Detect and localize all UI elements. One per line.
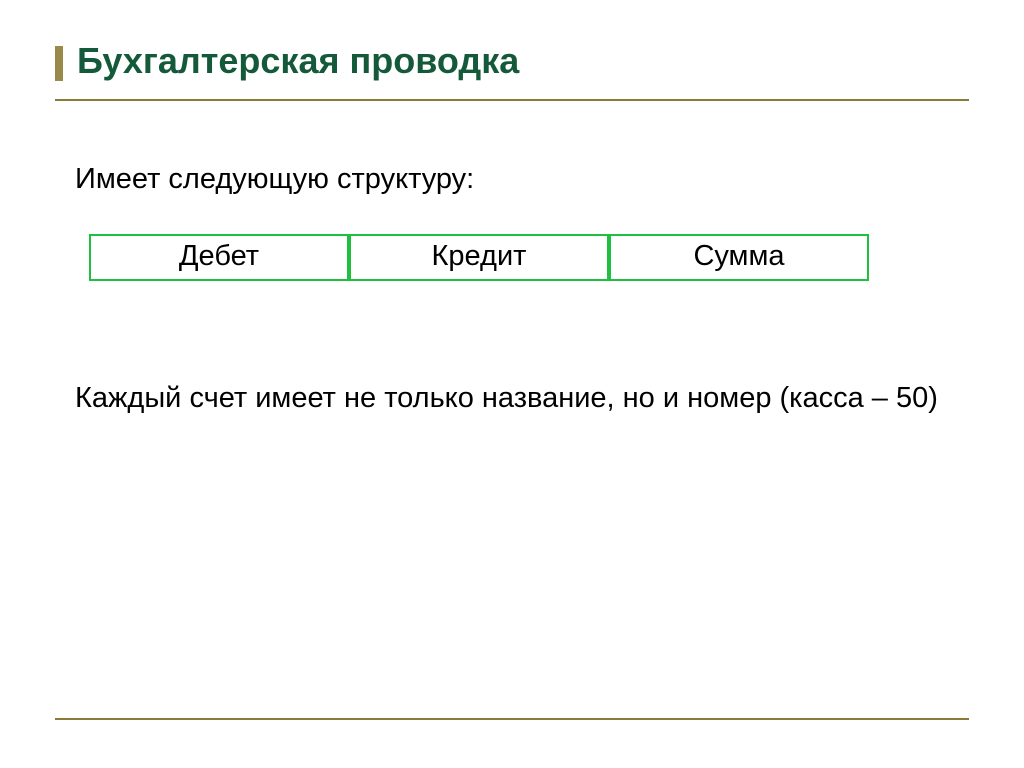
slide-content: Имеет следующую структуру: Дебет Кредит …	[55, 161, 969, 418]
intro-text: Имеет следующую структуру:	[75, 161, 949, 197]
footer-divider	[55, 718, 969, 720]
structure-cell-debit: Дебет	[89, 234, 349, 281]
slide: Бухгалтерская проводка Имеет следующую с…	[0, 0, 1024, 768]
title-accent-bar	[55, 46, 63, 81]
structure-row: Дебет Кредит Сумма	[89, 234, 869, 281]
note-text: Каждый счет имеет не только название, но…	[75, 377, 949, 419]
title-wrap: Бухгалтерская проводка	[55, 40, 969, 101]
slide-title: Бухгалтерская проводка	[55, 40, 969, 81]
structure-cell-credit: Кредит	[349, 234, 609, 281]
structure-cell-sum: Сумма	[609, 234, 869, 281]
